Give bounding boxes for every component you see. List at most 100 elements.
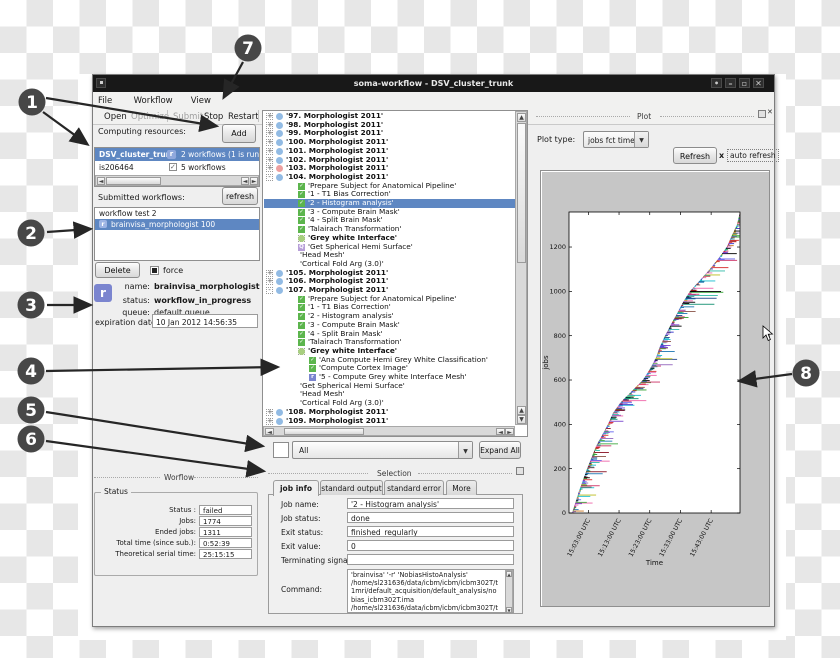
window-close-icon[interactable]: ✕	[753, 78, 764, 88]
callout-number-1: 1	[26, 93, 38, 113]
resource-scroll-left2-icon[interactable]: ◄	[241, 177, 249, 185]
blue-circle-icon	[276, 157, 283, 164]
expand-icon[interactable]: +	[266, 130, 273, 137]
tab-standard-error[interactable]: standard error	[384, 480, 444, 495]
expand-icon[interactable]: +	[266, 278, 273, 285]
plot-refresh-button[interactable]: Refresh	[673, 147, 717, 164]
window-minimize-icon[interactable]: –	[725, 78, 736, 88]
tree-vscroll-thumb[interactable]	[517, 123, 526, 263]
green-check-icon: ✓	[298, 191, 305, 198]
resource-scroll-right-icon[interactable]: ►	[250, 177, 258, 185]
expand-icon[interactable]: +	[266, 122, 273, 129]
command-scrollbar[interactable]: ▲ ▼	[505, 570, 513, 612]
computing-resources-list[interactable]: DSV_cluster_trunkr2 workflows (1 is runn…	[94, 147, 260, 187]
menu-workflow[interactable]: Workflow	[134, 96, 173, 106]
toolbar-open[interactable]: Open	[104, 112, 127, 122]
workflow-row[interactable]: rbrainvisa_morphologist 100	[95, 219, 259, 230]
job-field-label: Exit value:	[281, 542, 321, 551]
add-resource-button[interactable]: Add	[222, 124, 256, 143]
refresh-workflows-button[interactable]: refresh	[222, 187, 258, 205]
expand-icon[interactable]: +	[266, 165, 273, 172]
plot-dock-float-icon[interactable]	[758, 110, 766, 118]
title-bar[interactable]: soma-workflow - DSV_cluster_trunk • – ▫ …	[93, 75, 774, 92]
tab-job-info[interactable]: job info	[273, 480, 319, 496]
command-scroll-down-icon[interactable]: ▼	[506, 607, 512, 613]
job-field-value[interactable]	[347, 554, 514, 565]
tab-More[interactable]: More	[446, 480, 477, 495]
workflow-row[interactable]: workflow test 2	[95, 208, 259, 219]
collapse-icon[interactable]: -	[266, 174, 273, 181]
status-label: Total time (since sub.):	[60, 539, 196, 547]
plot-type-value: jobs fct time	[588, 136, 635, 145]
blue-circle-icon	[276, 122, 283, 129]
chevron-down-icon[interactable]: ▼	[458, 442, 472, 458]
plot-type-combobox[interactable]: jobs fct time ▼	[583, 131, 649, 148]
tree-scroll-left-icon[interactable]: ◄	[265, 428, 274, 435]
expand-icon[interactable]: +	[266, 418, 273, 425]
toolbar-stop[interactable]: Stop	[204, 112, 223, 122]
command-scroll-up-icon[interactable]: ▲	[506, 571, 512, 577]
auto-refresh-label[interactable]: auto refresh	[727, 149, 779, 162]
filter-checkbox[interactable]	[273, 442, 289, 458]
job-field-value[interactable]: done	[347, 512, 514, 523]
resource-hscroll-thumb[interactable]	[106, 177, 161, 185]
plot-type-chevron-down-icon[interactable]: ▼	[634, 132, 648, 147]
callout-circle-8	[793, 360, 820, 387]
blue-circle-icon	[276, 130, 283, 137]
tree-hscrollbar[interactable]: ◄ ◄ ►	[263, 426, 515, 436]
tree-row[interactable]: ✓'3 - Compute Brain Mask'	[264, 321, 515, 330]
plot-dock-close-icon[interactable]: ✕	[767, 108, 773, 116]
auto-refresh-checkbox[interactable]: x	[719, 151, 724, 160]
svg-text:200: 200	[554, 465, 566, 473]
toolbar-separator	[258, 110, 259, 122]
job-field-value[interactable]: finished_regularly	[347, 526, 514, 537]
selection-dock-float-icon[interactable]	[516, 467, 524, 475]
resource-row[interactable]: is206464✓5 workflows	[95, 161, 259, 174]
collapse-icon[interactable]: -	[266, 287, 273, 294]
delete-workflow-button[interactable]: Delete	[95, 262, 140, 278]
filter-combobox[interactable]: All ▼	[292, 441, 473, 459]
expand-icon[interactable]: +	[266, 270, 273, 277]
job-field-value[interactable]: 0	[347, 540, 514, 551]
resource-hscrollbar[interactable]: ◄◄►	[95, 175, 259, 186]
window-title: soma-workflow - DSV_cluster_trunk	[93, 79, 774, 88]
resource-row[interactable]: DSV_cluster_trunkr2 workflows (1 is runn…	[95, 148, 259, 161]
tree-scroll-left2-icon[interactable]: ◄	[496, 428, 505, 435]
force-checkbox[interactable]	[150, 266, 159, 275]
green-check-icon: ✓	[298, 296, 305, 303]
job-field-value[interactable]: '2 - Histogram analysis'	[347, 498, 514, 509]
expand-icon[interactable]: +	[266, 148, 273, 155]
expand-icon[interactable]: +	[266, 113, 273, 120]
submitted-workflows-list[interactable]: workflow test 2rbrainvisa_morphologist 1…	[94, 207, 260, 261]
svg-text:15:23:00 UTC: 15:23:00 UTC	[628, 518, 654, 558]
resource-checkbox[interactable]: ✓	[169, 163, 177, 171]
expand-all-button[interactable]: Expand All	[479, 441, 521, 459]
window-pin-icon[interactable]: •	[711, 78, 722, 88]
tree-item-label: '109. Morphologist 2011'	[286, 417, 388, 426]
toolbar-restart[interactable]: Restart	[228, 112, 259, 122]
window-maximize-icon[interactable]: ▫	[739, 78, 750, 88]
expand-icon[interactable]: +	[266, 409, 273, 416]
svg-text:400: 400	[554, 421, 566, 429]
svg-text:15:03:00 UTC: 15:03:00 UTC	[566, 518, 592, 558]
resource-scroll-left-icon[interactable]: ◄	[97, 177, 105, 185]
tree-hscroll-thumb[interactable]	[284, 428, 364, 435]
callout-circle-5	[18, 397, 45, 424]
tab-standard-output[interactable]: standard output	[320, 480, 383, 495]
menu-file[interactable]: File	[98, 96, 112, 106]
tree-scroll-right-icon[interactable]: ►	[505, 428, 514, 435]
menu-view[interactable]: View	[191, 96, 211, 106]
status-label: Theoretical serial time:	[60, 550, 196, 558]
tree-vscrollbar[interactable]: ▲ ▲ ▼	[515, 111, 527, 425]
tree-scroll-up-icon[interactable]: ▲	[517, 113, 526, 122]
tree-scroll-up2-icon[interactable]: ▲	[517, 406, 526, 415]
tree-row[interactable]: ✓'3 - Compute Brain Mask'	[264, 208, 515, 217]
expand-icon[interactable]: +	[266, 139, 273, 146]
tree-row[interactable]: + '109. Morphologist 2011'	[264, 417, 515, 426]
svg-text:15:33:00 UTC: 15:33:00 UTC	[658, 518, 684, 558]
workflow-name: brainvisa_morphologist 100	[111, 219, 215, 230]
command-textarea[interactable]: 'brainvisa' '-r' 'NobiasHistoAnalysis' /…	[347, 569, 514, 613]
tree-scroll-down-icon[interactable]: ▼	[517, 415, 526, 424]
expiration-date-input[interactable]: 10 Jan 2012 14:56:35	[152, 314, 258, 328]
expand-icon[interactable]: +	[266, 157, 273, 164]
